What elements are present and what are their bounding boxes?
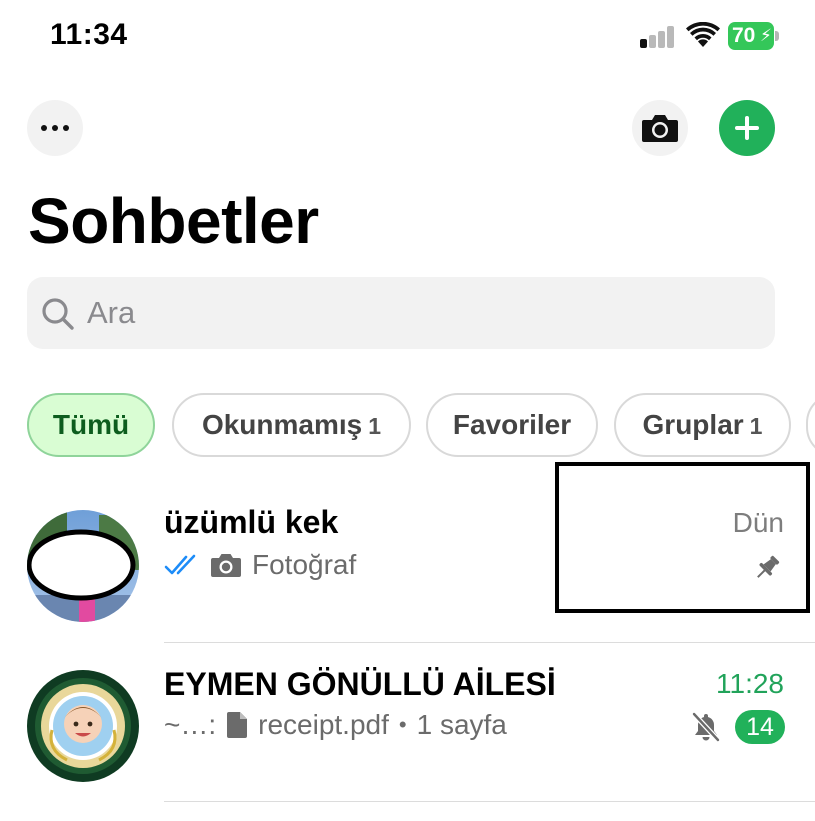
- page-title: Sohbetler: [28, 185, 319, 257]
- search-input[interactable]: [87, 277, 747, 349]
- avatar: [27, 510, 139, 622]
- plus-icon: [735, 116, 759, 140]
- charging-icon: ⚡: [760, 26, 772, 45]
- unread-count-badge: 14: [735, 710, 785, 744]
- camera-button[interactable]: [632, 100, 688, 156]
- highlight-box: [555, 462, 810, 613]
- preview-separator: •: [398, 712, 407, 737]
- filter-chip-favorites[interactable]: Favoriler: [426, 393, 598, 457]
- more-options-button[interactable]: [27, 100, 83, 156]
- wifi-icon: [686, 22, 720, 47]
- filter-chip-label: Tümü: [52, 409, 130, 440]
- muted-bell-icon: [692, 712, 720, 742]
- divider: [164, 801, 815, 802]
- filter-chip-groups[interactable]: Gruplar 1: [614, 393, 791, 457]
- cellular-signal-icon: [640, 26, 678, 48]
- chat-preview-sender: ~…:: [164, 709, 217, 740]
- camera-icon: [211, 554, 241, 577]
- battery-icon: 70 ⚡: [728, 22, 779, 50]
- chat-name: üzümlü kek: [164, 504, 339, 540]
- search-bar[interactable]: [27, 277, 775, 349]
- avatar: [27, 670, 139, 782]
- chat-name: EYMEN GÖNÜLLÜ AİLESİ: [164, 666, 556, 702]
- filter-chip-all[interactable]: Tümü: [27, 393, 155, 457]
- status-time: 11:34: [50, 18, 128, 51]
- chat-preview-text: receipt.pdf: [258, 709, 389, 740]
- pin-icon: [757, 555, 780, 578]
- filter-chip-count: 1: [749, 413, 763, 439]
- status-bar: 11:34 70 ⚡: [0, 0, 815, 76]
- camera-icon: [642, 115, 678, 142]
- chat-row[interactable]: EYMEN GÖNÜLLÜ AİLESİ ~…: receipt.pdf • 1…: [0, 644, 815, 804]
- new-chat-button[interactable]: [719, 100, 775, 156]
- search-icon: [42, 298, 74, 330]
- filter-chip-label: Favoriler: [452, 409, 572, 440]
- filter-chips: Tümü Okunmamış 1 Favoriler Gruplar 1: [27, 393, 815, 457]
- battery-level: 70: [732, 24, 756, 47]
- filter-chip-label: Okunmamış: [201, 409, 363, 440]
- filter-chip-more[interactable]: [806, 393, 815, 457]
- filter-chip-label: Gruplar: [642, 409, 744, 440]
- double-check-icon: [164, 554, 196, 575]
- dot: [52, 125, 58, 131]
- divider: [164, 642, 815, 643]
- chat-time: 11:28: [716, 668, 784, 699]
- filter-chip-count: 1: [368, 413, 382, 439]
- chat-preview: ~…: receipt.pdf • 1 sayfa: [164, 709, 507, 741]
- dot: [63, 125, 69, 131]
- document-icon: [227, 712, 248, 738]
- chat-preview-text: Fotoğraf: [252, 549, 357, 580]
- chat-preview: Fotoğraf: [164, 549, 356, 581]
- filter-chip-unread[interactable]: Okunmamış 1: [172, 393, 411, 457]
- dot: [41, 125, 47, 131]
- chat-preview-pages: 1 sayfa: [416, 709, 507, 740]
